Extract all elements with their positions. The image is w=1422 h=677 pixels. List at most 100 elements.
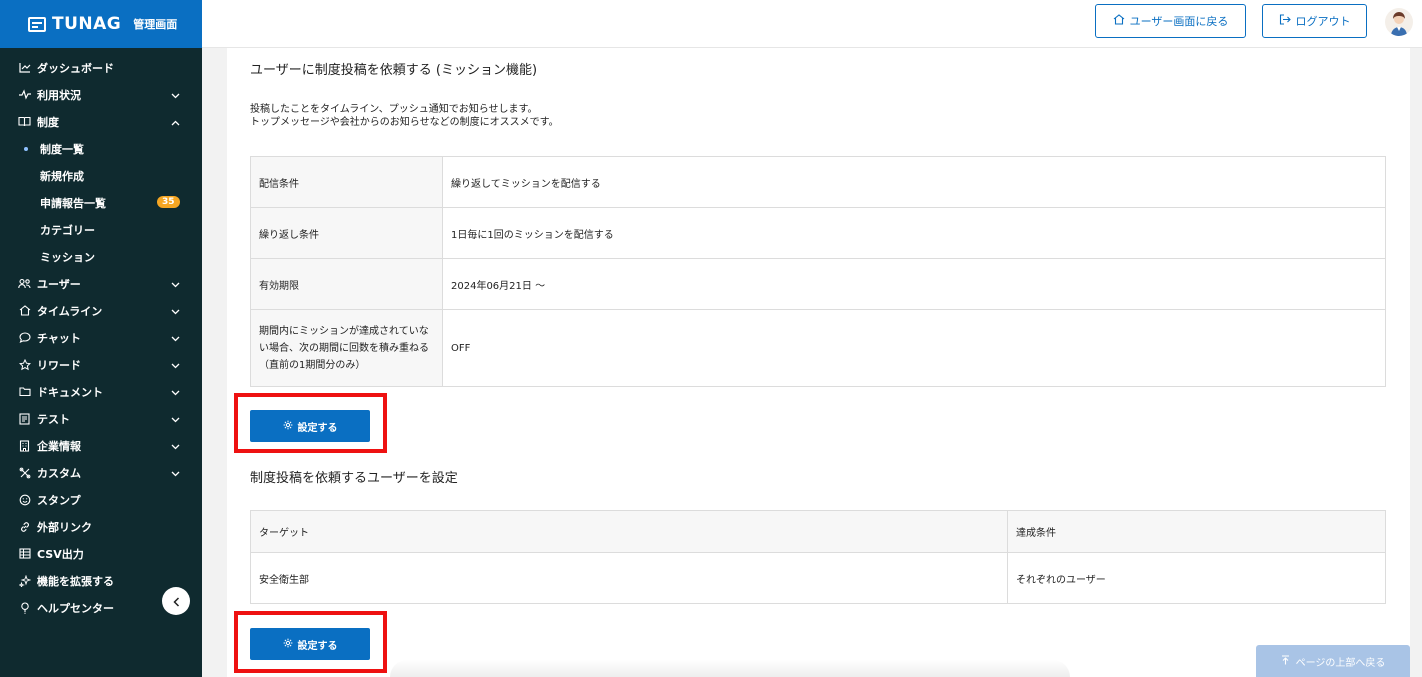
chevron-down-icon <box>171 413 180 426</box>
back-to-user-screen-button[interactable]: ユーザー画面に戻る <box>1095 4 1246 38</box>
sidebar-item-label: カスタム <box>37 466 81 480</box>
link-icon <box>18 520 31 533</box>
sidebar-item-timeline[interactable]: タイムライン <box>0 297 202 324</box>
sidebar-item-label: CSV出力 <box>37 547 84 561</box>
description-line: トップメッセージや会社からのお知らせなどの制度にオススメです。 <box>250 117 559 128</box>
logo-icon <box>28 16 46 32</box>
logout-button[interactable]: ログアウト <box>1262 4 1367 38</box>
sidebar-item-label: テスト <box>37 412 70 426</box>
sidebar-subitem-reports[interactable]: 申請報告一覧 35 <box>0 189 202 216</box>
brand-name: TUNAG <box>52 14 122 34</box>
gear-icon <box>283 420 293 433</box>
sidebar-subitem-label: 制度一覧 <box>40 142 84 156</box>
sidebar-item-csv[interactable]: CSV出力 <box>0 540 202 567</box>
sidebar: TUNAG 管理画面 ダッシュボード 利用状況 制度 制度一覧 新規作成 申請報… <box>0 0 202 677</box>
chevron-down-icon <box>171 89 180 102</box>
settings-button-label: 設定する <box>297 640 338 652</box>
table-key: 期間内にミッションが達成されていない場合、次の期間に回数を積み重ねる（直前の1期… <box>250 309 443 387</box>
sidebar-item-usage[interactable]: 利用状況 <box>0 81 202 108</box>
folder-icon <box>18 385 31 398</box>
table-value: 2024年06月21日 〜 <box>442 258 1386 310</box>
chevron-down-icon <box>171 278 180 291</box>
table-key: 配信条件 <box>250 156 443 208</box>
sidebar-item-label: 利用状況 <box>37 88 81 102</box>
brand-sub: 管理画面 <box>133 18 178 31</box>
sidebar-item-label: ヘルプセンター <box>37 601 114 615</box>
table-value: 繰り返してミッションを配信する <box>442 156 1386 208</box>
sidebar-item-company[interactable]: 企業情報 <box>0 432 202 459</box>
sidebar-subitem-system-list[interactable]: 制度一覧 <box>0 135 202 162</box>
sidebar-item-custom[interactable]: カスタム <box>0 459 202 486</box>
sidebar-item-dashboard[interactable]: ダッシュボード <box>0 54 202 81</box>
sidebar-subitem-new[interactable]: 新規作成 <box>0 162 202 189</box>
sidebar-item-label: ドキュメント <box>37 385 103 399</box>
chevron-down-icon <box>171 386 180 399</box>
sidebar-subitem-category[interactable]: カテゴリー <box>0 216 202 243</box>
chevron-down-icon <box>171 305 180 318</box>
sidebar-item-label: 外部リンク <box>37 520 92 534</box>
sidebar-item-stamp[interactable]: スタンプ <box>0 486 202 513</box>
test-icon <box>18 412 31 425</box>
chevron-left-icon <box>172 592 180 611</box>
arrow-up-icon <box>1281 654 1290 668</box>
top-header: ユーザー画面に戻る ログアウト <box>202 0 1422 48</box>
custom-icon <box>18 466 31 479</box>
back-to-top-label: ページの上部へ戻る <box>1295 657 1386 669</box>
sidebar-item-reward[interactable]: リワード <box>0 351 202 378</box>
sidebar-item-chat[interactable]: チャット <box>0 324 202 351</box>
table-key: 繰り返し条件 <box>250 207 443 259</box>
help-icon <box>18 601 31 614</box>
star-icon <box>18 358 31 371</box>
sidebar-item-label: ダッシュボード <box>37 61 114 75</box>
count-badge: 35 <box>157 196 180 208</box>
table-key: 有効期限 <box>250 258 443 310</box>
sidebar-item-label: 制度 <box>37 115 59 129</box>
sidebar-item-system[interactable]: 制度 <box>0 108 202 135</box>
sidebar-item-document[interactable]: ドキュメント <box>0 378 202 405</box>
scroll-shadow <box>390 660 1070 677</box>
target-section-title: 制度投稿を依頼するユーザーを設定 <box>250 471 458 486</box>
back-to-top-button[interactable]: ページの上部へ戻る <box>1256 645 1410 677</box>
sidebar-item-label: スタンプ <box>37 493 81 507</box>
sidebar-item-users[interactable]: ユーザー <box>0 270 202 297</box>
chevron-down-icon <box>171 440 180 453</box>
logout-icon <box>1279 14 1291 28</box>
mission-section-title: ユーザーに制度投稿を依頼する (ミッション機能) <box>250 63 538 78</box>
smile-icon <box>18 493 31 506</box>
table-header: 達成条件 <box>1007 510 1386 553</box>
description-line: 投稿したことをタイムライン、プッシュ通知でお知らせします。 <box>250 104 538 115</box>
mission-description: 投稿したことをタイムライン、プッシュ通知でお知らせします。 トップメッセージや会… <box>250 103 559 129</box>
target-settings-button[interactable]: 設定する <box>250 628 370 660</box>
users-icon <box>18 277 31 290</box>
sidebar-subitem-label: カテゴリー <box>40 223 95 237</box>
mission-settings-button[interactable]: 設定する <box>250 410 370 442</box>
home-icon <box>1113 14 1125 28</box>
sidebar-item-label: 機能を拡張する <box>37 574 114 588</box>
sidebar-subitem-label: 新規作成 <box>40 169 84 183</box>
building-icon <box>18 439 31 452</box>
sidebar-collapse-button[interactable] <box>162 587 190 615</box>
sidebar-item-external-link[interactable]: 外部リンク <box>0 513 202 540</box>
table-icon <box>18 547 31 560</box>
sidebar-subitem-label: 申請報告一覧 <box>40 196 106 210</box>
sidebar-item-label: 企業情報 <box>37 439 81 453</box>
table-value: 1日毎に1回のミッションを配信する <box>442 207 1386 259</box>
sparkle-icon <box>18 574 31 587</box>
chevron-down-icon <box>171 332 180 345</box>
back-to-user-screen-label: ユーザー画面に戻る <box>1129 15 1229 28</box>
avatar[interactable] <box>1385 8 1413 36</box>
sidebar-item-test[interactable]: テスト <box>0 405 202 432</box>
table-header: ターゲット <box>250 510 1008 553</box>
sidebar-item-label: リワード <box>37 358 81 372</box>
chat-icon <box>18 331 31 344</box>
sidebar-item-label: タイムライン <box>37 304 103 318</box>
mission-settings-table: 配信条件 繰り返してミッションを配信する 繰り返し条件 1日毎に1回のミッション… <box>250 156 1386 387</box>
sidebar-item-label: チャット <box>37 331 81 345</box>
sidebar-subitem-label: ミッション <box>40 250 95 264</box>
sidebar-subitem-mission[interactable]: ミッション <box>0 243 202 270</box>
home-icon <box>18 304 31 317</box>
brand-logo[interactable]: TUNAG <box>28 14 121 34</box>
table-row: 期間内にミッションが達成されていない場合、次の期間に回数を積み重ねる（直前の1期… <box>250 309 1386 387</box>
chevron-down-icon <box>171 359 180 372</box>
chevron-down-icon <box>171 467 180 480</box>
